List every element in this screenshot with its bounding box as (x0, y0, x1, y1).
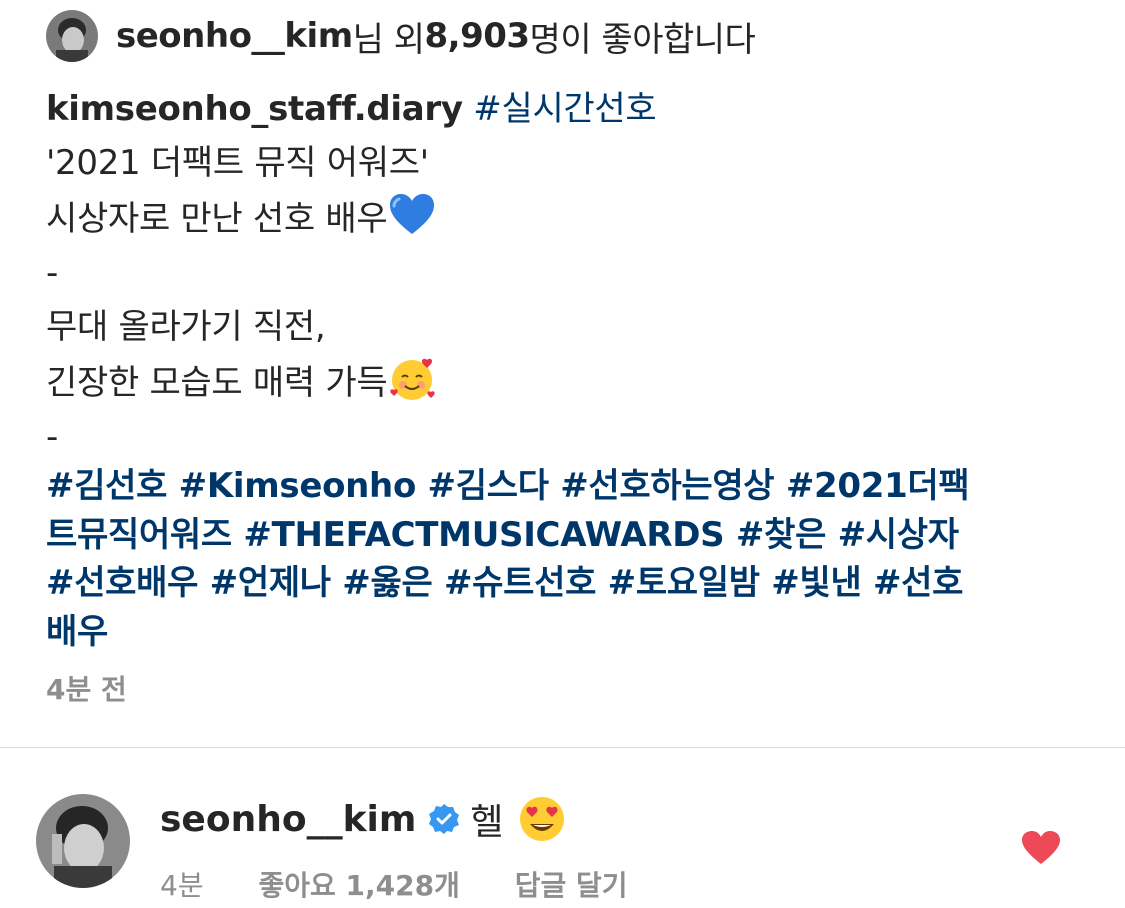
commenter-username[interactable]: seonho__kim (160, 799, 416, 840)
caption-line: 긴장한 모습도 매력 가득 (46, 363, 388, 403)
likes-summary[interactable]: seonho__kim 님 외 8,903 명이 좋아합니다 (46, 8, 756, 64)
heart-icon[interactable] (1021, 830, 1061, 866)
liker-username[interactable]: seonho__kim (116, 16, 353, 56)
divider (0, 747, 1125, 748)
comment-likes[interactable]: 좋아요 1,428개 (258, 869, 459, 902)
verified-badge-icon (428, 803, 460, 835)
hashtag-line[interactable]: #김선호 #Kimseonho #김스다 #선호하는영상 #2021더팩 (46, 462, 1086, 511)
likes-text-2: 명이 좋아합니다 (529, 19, 756, 60)
caption-line: - (46, 253, 58, 293)
caption-author[interactable]: kimseonho_staff.diary (46, 89, 463, 129)
caption-line: '2021 더팩트 뮤직 어워즈' (46, 143, 429, 183)
hashtag-line[interactable]: #선호배우 #언제나 #옳은 #슈트선호 #토요일밤 #빛낸 #선호 (46, 559, 1086, 608)
comment-text: 헬 (470, 802, 504, 843)
blue-heart-emoji (387, 190, 437, 240)
caption-lead-hashtag[interactable]: #실시간선호 (473, 89, 656, 129)
likes-count[interactable]: 8,903 (425, 16, 531, 56)
heart-eyes-emoji (517, 794, 567, 844)
hashtag-line[interactable]: 배우 (46, 608, 1086, 657)
comment-item: seonho__kim 헬 4분 좋아요 1,428개 답글 달기 (36, 794, 1096, 902)
hashtag-line[interactable]: 트뮤직어워즈 #THEFACTMUSICAWARDS #찾은 #시상자 (46, 511, 1086, 560)
hashtag-block[interactable]: #김선호 #Kimseonho #김스다 #선호하는영상 #2021더팩 트뮤직… (46, 462, 1086, 656)
reply-button[interactable]: 답글 달기 (515, 869, 628, 902)
commenter-avatar[interactable] (36, 794, 130, 888)
post-caption: kimseonho_staff.diary #실시간선호 '2021 더팩트 뮤… (46, 82, 1096, 464)
liker-avatar[interactable] (46, 10, 98, 62)
smiling-face-with-hearts-emoji (387, 354, 437, 404)
post-timestamp: 4분 전 (46, 673, 127, 706)
comment-time: 4분 (160, 869, 204, 902)
caption-line: 시상자로 만난 선호 배우 (46, 199, 388, 239)
likes-text-1: 님 외 (352, 19, 425, 60)
caption-line: 무대 올라가기 직전, (46, 307, 326, 347)
caption-line: - (46, 417, 58, 457)
